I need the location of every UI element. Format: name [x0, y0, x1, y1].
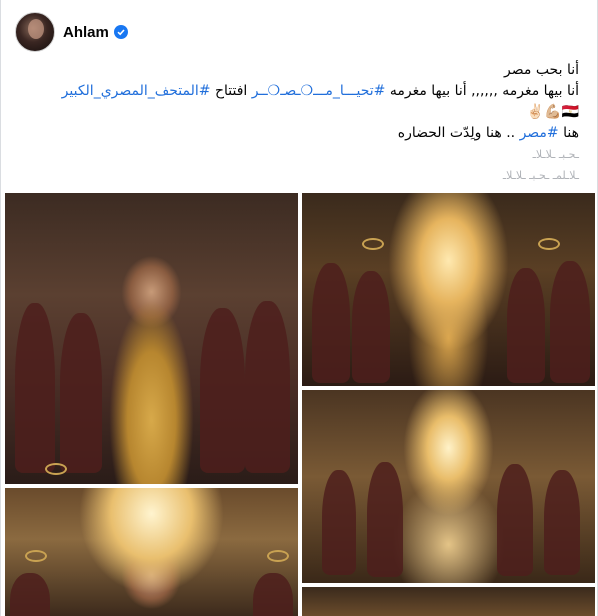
- post-card: Ahlam أنا بحب مصر أنا بيها مغرمه ,,,,,, …: [0, 0, 598, 616]
- avatar[interactable]: [15, 12, 55, 52]
- post-text: أنا بحب مصر أنا بيها مغرمه ,,,,,, أنا بي…: [19, 60, 579, 186]
- post-line-2-text: أنا بيها مغرمه ,,,,,, أنا بيها مغرمه: [385, 83, 579, 99]
- post-header: Ahlam: [15, 10, 128, 54]
- hashtag-link[interactable]: #مصر: [520, 125, 559, 141]
- photo-1[interactable]: [5, 193, 298, 484]
- photo-grid: [1, 188, 597, 616]
- photo-5[interactable]: [302, 587, 595, 616]
- verified-badge-icon: [113, 25, 128, 39]
- post-line-4: هنا #مصر .. هنا ولِدّت الحضاره: [19, 123, 579, 144]
- author-name[interactable]: Ahlam: [63, 24, 109, 41]
- post-line-1: أنا بحب مصر: [504, 62, 579, 78]
- hashtag-link[interactable]: #تحيـــا_مـــ❍ـصـ❍ــر: [252, 83, 386, 99]
- photo-4[interactable]: [5, 488, 298, 616]
- photo-2[interactable]: [302, 193, 595, 386]
- post-line-2-mid: افتتاح: [210, 83, 252, 99]
- author-block: Ahlam: [63, 24, 128, 41]
- post-line-4-suffix: .. هنا ولِدّت الحضاره: [397, 125, 520, 141]
- post-line-4-prefix: هنا: [558, 125, 579, 141]
- post-line-5: ـحـبـ ـلاـلاـ: [532, 148, 579, 161]
- post-line-3-emoji: 🇪🇬💪🏼✌🏻: [526, 104, 579, 120]
- post-line-2: أنا بيها مغرمه ,,,,,, أنا بيها مغرمه #تح…: [19, 81, 579, 102]
- post-line-6: ـلاـلمـ ـحـبـ ـلاـلاـ: [502, 169, 579, 182]
- photo-3[interactable]: [302, 390, 595, 583]
- hashtag-link[interactable]: #المتحف_المصري_الكبير: [62, 83, 211, 99]
